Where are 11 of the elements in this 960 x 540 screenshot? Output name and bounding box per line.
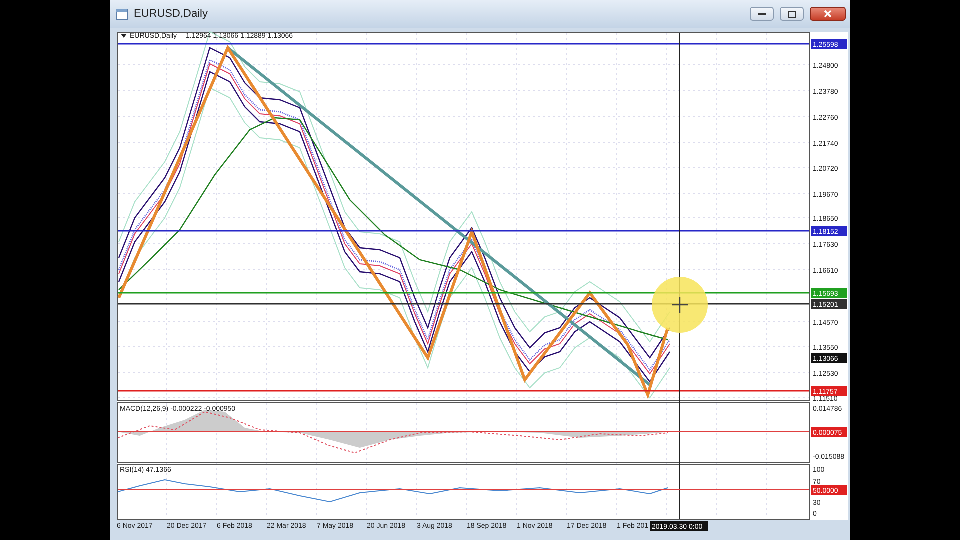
crosshair-cursor-icon [671, 296, 689, 314]
minimize-button[interactable] [750, 7, 774, 21]
cursor-highlight [652, 277, 708, 333]
close-button[interactable] [810, 7, 846, 21]
window-title: EURUSD,Daily [134, 8, 209, 20]
restore-icon [788, 10, 796, 18]
maximize-button[interactable] [780, 7, 804, 21]
chart-window-icon [116, 8, 128, 20]
collapse-triangle-icon [121, 34, 127, 38]
close-icon [824, 10, 832, 18]
minimize-icon [758, 12, 766, 16]
